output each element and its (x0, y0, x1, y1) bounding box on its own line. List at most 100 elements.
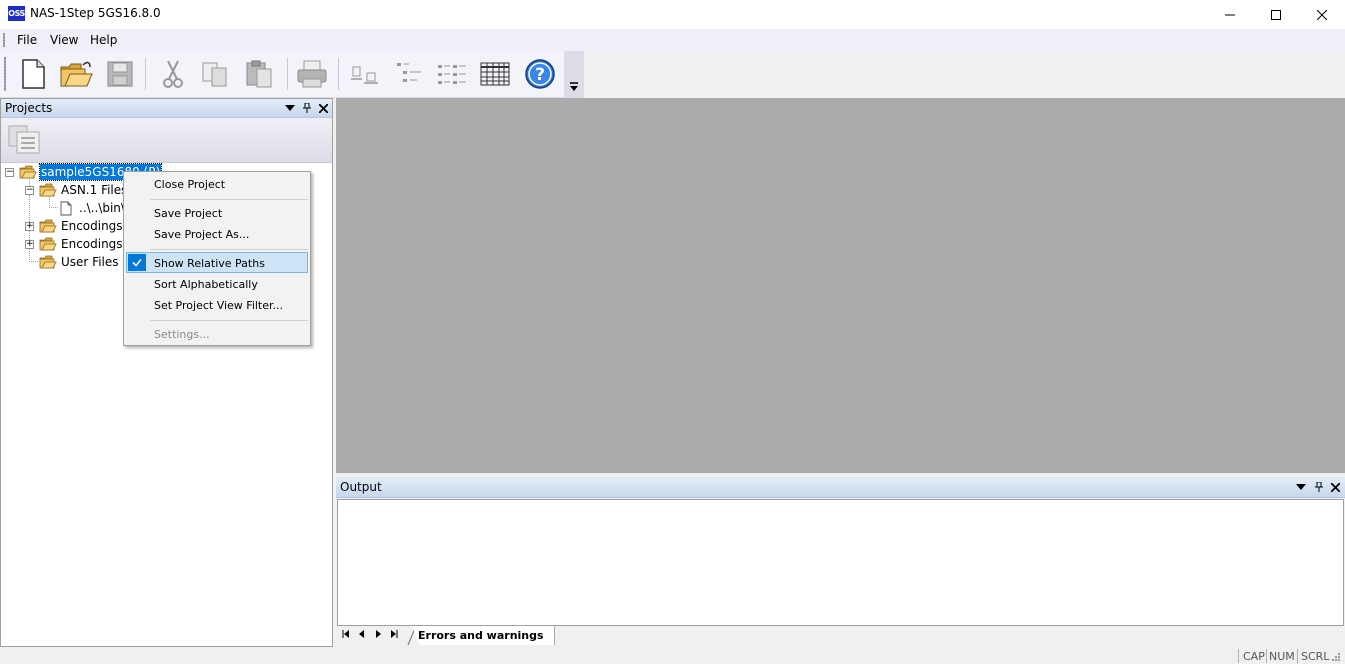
tree-item-encodings-2[interactable]: Encodings - (39, 235, 132, 253)
checkmark-icon (128, 254, 146, 271)
document-area (336, 98, 1345, 473)
tree-item-asn-file[interactable]: ..\..\bin\ (59, 199, 126, 217)
copy-button[interactable] (197, 56, 233, 92)
toolbar-separator (338, 58, 339, 90)
open-button[interactable] (58, 56, 94, 92)
tab-prev-button[interactable] (358, 630, 366, 642)
tree-view-button[interactable] (391, 56, 427, 92)
resize-grip-icon[interactable] (1331, 652, 1341, 662)
projects-panel-toolbar (1, 118, 332, 163)
output-menu-button[interactable] (1294, 480, 1308, 494)
tree-item-encodings-1[interactable]: Encodings - (39, 217, 132, 235)
output-pin-button[interactable] (1312, 480, 1326, 494)
pin-icon (1315, 482, 1323, 492)
tree-label-asn-file: ..\..\bin\ (79, 201, 125, 215)
status-separator (1238, 649, 1239, 663)
dropdown-arrow-icon (285, 105, 295, 111)
toolbar-grip[interactable] (4, 57, 6, 91)
tree-connector (49, 207, 59, 208)
print-button[interactable] (294, 56, 330, 92)
next-icon (376, 630, 381, 638)
status-bar: CAP NUM SCRL (0, 647, 1345, 664)
maximize-icon (1271, 9, 1281, 20)
project-list-icon (8, 125, 40, 154)
output-panel: Output Errors and warnings (336, 477, 1345, 646)
properties-icon (351, 66, 378, 84)
menubar-grip[interactable] (3, 33, 5, 47)
tab-last-button[interactable] (390, 630, 398, 642)
maximize-button[interactable] (1253, 0, 1299, 29)
svg-text:?: ? (535, 65, 545, 85)
help-button[interactable]: ? (522, 56, 558, 92)
paste-button[interactable] (241, 56, 277, 92)
output-content[interactable] (337, 499, 1344, 626)
open-folder-icon (19, 165, 37, 179)
menu-item-settings: Settings... (154, 328, 210, 341)
menu-file[interactable]: File (15, 32, 39, 48)
menu-item-save-project[interactable]: Save Project (154, 207, 222, 221)
tab-errors-and-warnings[interactable]: Errors and warnings (412, 626, 555, 645)
open-folder-icon (39, 255, 57, 269)
projects-panel-header: Projects (1, 99, 332, 118)
menu-view[interactable]: View (48, 32, 80, 48)
cut-icon (163, 60, 183, 88)
close-button[interactable] (1299, 0, 1345, 29)
project-properties-button[interactable] (7, 123, 41, 158)
new-document-icon (22, 59, 45, 89)
menu-item-sort-alphabetically[interactable]: Sort Alphabetically (154, 278, 258, 292)
expander-encodings-1[interactable]: + (25, 222, 34, 231)
expander-root[interactable]: − (5, 168, 14, 177)
properties-button[interactable] (346, 56, 382, 92)
menu-separator (150, 249, 308, 250)
save-button[interactable] (102, 56, 138, 92)
status-num: NUM (1269, 650, 1295, 663)
last-page-icon (391, 630, 398, 638)
toolbar-overflow-button[interactable] (564, 51, 584, 98)
table-icon (480, 62, 510, 86)
menu-item-save-project-as[interactable]: Save Project As... (154, 228, 249, 242)
menu-help[interactable]: Help (88, 32, 119, 48)
pin-icon (303, 103, 311, 113)
projects-panel-title: Projects (5, 101, 53, 115)
window-title: NAS-1Step 5GS16.8.0 (30, 6, 161, 20)
menu-item-show-relative-paths[interactable]: Show Relative Paths (154, 257, 265, 271)
save-icon (107, 61, 133, 87)
tab-first-button[interactable] (342, 630, 350, 642)
open-folder-icon (39, 183, 57, 197)
output-close-button[interactable] (1328, 480, 1342, 494)
folder-icon (39, 219, 57, 233)
minimize-button[interactable] (1207, 0, 1253, 29)
project-context-menu: Close Project Save Project Save Project … (123, 171, 311, 346)
status-cap: CAP (1243, 650, 1265, 663)
tree-connector (29, 261, 39, 262)
list-view-button[interactable] (434, 56, 470, 92)
status-scrl: SCRL (1301, 650, 1330, 663)
menu-item-set-project-view-filter[interactable]: Set Project View Filter... (154, 299, 283, 313)
chevron-down-icon (570, 82, 578, 91)
new-button[interactable] (15, 56, 51, 92)
tree-item-asn-files[interactable]: ASN.1 Files (39, 181, 128, 199)
menu-separator (150, 320, 308, 321)
tab-next-button[interactable] (374, 630, 382, 642)
output-panel-header: Output (336, 477, 1345, 498)
menu-bar: File View Help (0, 29, 1345, 51)
panel-pin-button[interactable] (300, 101, 314, 115)
prev-icon (359, 630, 364, 638)
expander-encodings-2[interactable]: + (25, 240, 34, 249)
expander-asn-files[interactable]: − (25, 186, 34, 195)
menu-item-close-project[interactable]: Close Project (154, 178, 225, 192)
output-tabstrip: Errors and warnings (336, 626, 1345, 646)
cut-button[interactable] (155, 56, 191, 92)
panel-menu-button[interactable] (283, 101, 297, 115)
status-separator (1266, 649, 1267, 663)
open-folder-icon (60, 61, 93, 87)
paste-icon (246, 60, 272, 88)
table-view-button[interactable] (477, 56, 513, 92)
app-logo-icon: OSS (8, 6, 25, 21)
minimize-icon (1225, 14, 1235, 15)
tree-label-user-files: User Files (61, 255, 119, 269)
panel-close-button[interactable] (316, 101, 330, 115)
folder-icon (39, 237, 57, 251)
tree-item-user-files[interactable]: User Files (39, 253, 120, 271)
close-icon (318, 103, 328, 113)
